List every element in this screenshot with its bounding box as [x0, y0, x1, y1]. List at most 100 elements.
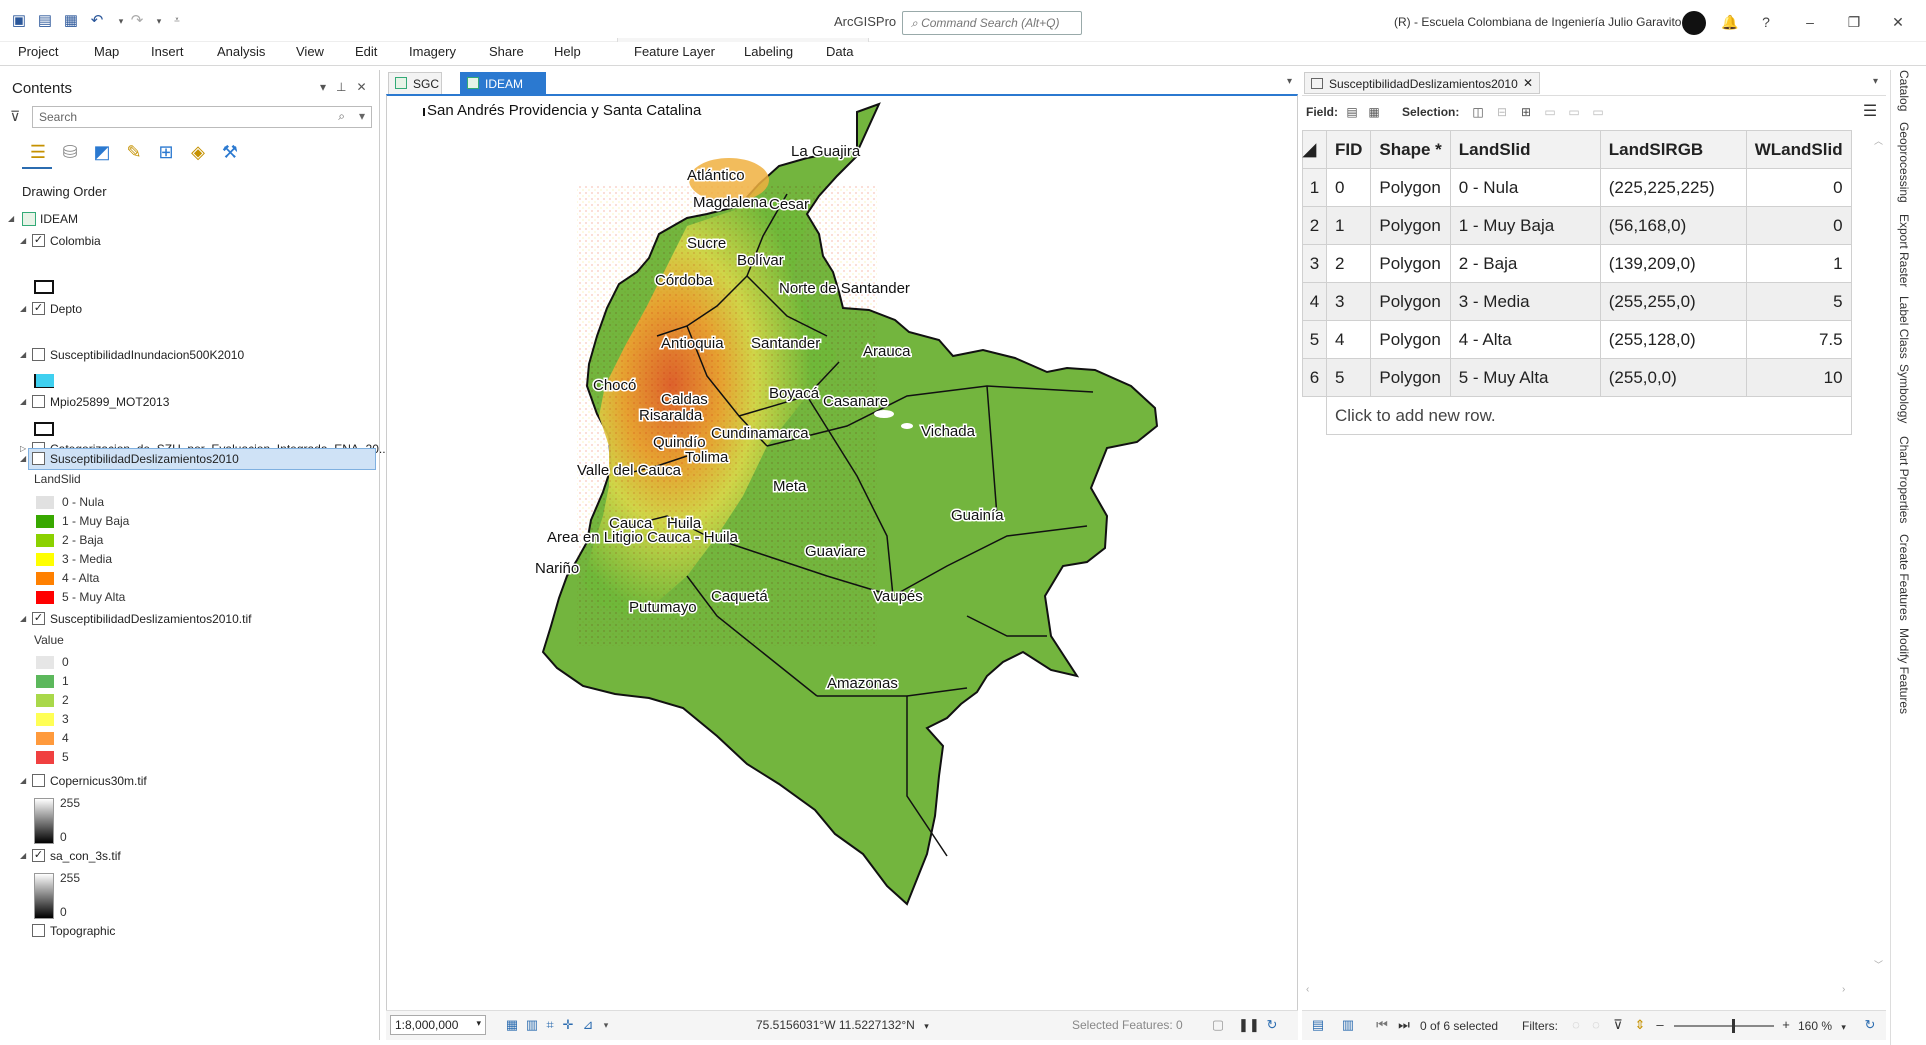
layer-visibility-checkbox[interactable]: ✓ — [32, 849, 45, 862]
column-header-landslid[interactable]: LandSlid — [1449, 130, 1601, 169]
scale-selector[interactable]: 1:8,000,000 ▾ — [390, 1015, 486, 1035]
legend-swatch[interactable] — [36, 732, 54, 745]
drawing-order-icon[interactable]: ☰ — [26, 140, 50, 164]
zoom-in-icon[interactable]: + — [1778, 1017, 1794, 1033]
cell-landslrgb[interactable]: (255,255,0) — [1599, 282, 1747, 321]
cell-landslid[interactable]: 0 - Nula — [1449, 168, 1601, 207]
search-icon[interactable]: ⌕ — [338, 109, 345, 124]
contents-search-input[interactable]: Search ⌕ ▾ — [32, 106, 372, 128]
fill-swatch[interactable] — [36, 374, 54, 387]
row-number-cell[interactable]: 5 — [1302, 320, 1327, 359]
table-row[interactable]: 6 5 Polygon 5 - Muy Alta (255,0,0) 10 — [1302, 358, 1852, 397]
legend-swatch[interactable] — [36, 553, 54, 566]
dock-chart-properties[interactable]: Chart Properties — [1897, 436, 1911, 523]
legend-swatch[interactable] — [36, 534, 54, 547]
dock-symbology[interactable]: Symbology — [1897, 364, 1911, 423]
legend-swatch[interactable] — [36, 515, 54, 528]
tab-data[interactable]: Data — [826, 44, 853, 59]
undo-icon[interactable]: ↶ — [88, 12, 106, 30]
cell-shape[interactable]: Polygon — [1370, 358, 1451, 397]
table-row[interactable]: 2 1 Polygon 1 - Muy Baja (56,168,0) 0 — [1302, 206, 1852, 245]
cell-landslid[interactable]: 4 - Alta — [1449, 320, 1601, 359]
snapping-icon[interactable]: ⊞ — [154, 140, 178, 164]
tab-edit[interactable]: Edit — [355, 44, 377, 59]
tab-labeling[interactable]: Labeling — [744, 44, 793, 59]
stretch-gradient[interactable] — [34, 873, 54, 919]
tab-share[interactable]: Share — [489, 44, 524, 59]
chevron-down-icon[interactable]: ▾ — [1841, 1022, 1846, 1032]
minimize-icon[interactable]: – — [1798, 10, 1822, 34]
zoom-slider[interactable] — [1674, 1025, 1774, 1027]
show-selected-records-icon[interactable]: ▥ — [1340, 1017, 1356, 1033]
scroll-right-icon[interactable]: › — [1842, 984, 1845, 995]
pin-icon[interactable]: ⊥ — [336, 80, 346, 94]
filter-selection-icon[interactable]: ◌ — [1588, 1017, 1604, 1033]
table-menu-icon[interactable]: ☰ — [1862, 104, 1878, 120]
layer-visibility-checkbox[interactable]: ✓ — [32, 302, 45, 315]
switch-selection-icon[interactable]: ⊞ — [1518, 104, 1534, 120]
zoom-to-selection-icon[interactable]: ⊟ — [1494, 104, 1510, 120]
coordinate-icon[interactable]: ⌗ — [542, 1017, 558, 1033]
tab-insert[interactable]: Insert — [151, 44, 184, 59]
expand-arrow-icon[interactable]: ◢ — [20, 393, 26, 411]
redo-icon[interactable]: ↷ — [128, 12, 146, 30]
cell-landslid[interactable]: 5 - Muy Alta — [1449, 358, 1601, 397]
tab-project[interactable]: Project — [18, 44, 58, 59]
cell-wlandslid[interactable]: 5 — [1745, 282, 1852, 321]
dock-modify-features[interactable]: Modify Features — [1897, 628, 1911, 714]
first-record-icon[interactable]: ⏮ — [1374, 1017, 1390, 1033]
layer-copernicus[interactable]: ◢ Copernicus30m.tif — [20, 772, 370, 790]
column-header-wlandslid[interactable]: WLandSlid — [1745, 130, 1852, 169]
selection-icon[interactable]: ◩ — [90, 140, 114, 164]
show-all-records-icon[interactable]: ▤ — [1310, 1017, 1326, 1033]
tab-imagery[interactable]: Imagery — [409, 44, 456, 59]
expand-arrow-icon[interactable]: ◢ — [20, 847, 26, 865]
add-field-icon[interactable]: ▤ — [1344, 104, 1360, 120]
notifications-bell-icon[interactable]: 🔔 — [1718, 10, 1742, 34]
expand-arrow-icon[interactable]: ◢ — [20, 610, 26, 628]
legend-swatch[interactable] — [36, 694, 54, 707]
chevron-down-icon[interactable]: ▾ — [359, 109, 365, 123]
legend-swatch[interactable] — [36, 751, 54, 764]
highlight-icon[interactable]: ⇕ — [1632, 1017, 1648, 1033]
tree-map-ideam[interactable]: ◢ IDEAM — [8, 210, 368, 228]
layer-visibility-checkbox[interactable] — [32, 395, 45, 408]
cell-landslid[interactable]: 3 - Media — [1449, 282, 1601, 321]
map-view[interactable]: La Guajira Atlántico Magdalena Cesar Suc… — [386, 94, 1298, 1010]
cell-wlandslid[interactable]: 0 — [1745, 168, 1852, 207]
map-canvas[interactable]: La Guajira Atlántico Magdalena Cesar Suc… — [387, 96, 1297, 1010]
clear-selection-icon[interactable]: ▭ — [1542, 104, 1558, 120]
zoom-out-icon[interactable]: – — [1652, 1017, 1668, 1033]
layer-visibility-checkbox[interactable] — [32, 924, 45, 937]
layer-susceptibilidad-inundacion[interactable]: ◢ SusceptibilidadInundacion500K2010 — [20, 346, 370, 364]
cell-fid[interactable]: 0 — [1325, 168, 1372, 207]
legend-swatch[interactable] — [36, 656, 54, 669]
pane-options-icon[interactable]: ▾ — [320, 80, 326, 94]
command-search-input[interactable]: ⌕ Command Search (Alt+Q) — [902, 11, 1082, 35]
snap-icon[interactable]: ⊿ — [580, 1017, 596, 1033]
cell-wlandslid[interactable]: 10 — [1745, 358, 1852, 397]
cell-landslrgb[interactable]: (56,168,0) — [1599, 206, 1747, 245]
table-row[interactable]: 4 3 Polygon 3 - Media (255,255,0) 5 — [1302, 282, 1852, 321]
add-row-hint[interactable]: Click to add new row. — [1326, 396, 1852, 435]
scroll-left-icon[interactable]: ‹ — [1306, 984, 1309, 995]
calculate-field-icon[interactable]: ▦ — [1366, 104, 1382, 120]
cell-landslid[interactable]: 2 - Baja — [1449, 244, 1601, 283]
clear-selection-icon[interactable]: ▢ — [1210, 1017, 1226, 1033]
scroll-down-icon[interactable]: ﹀ — [1874, 958, 1883, 971]
cell-fid[interactable]: 3 — [1325, 282, 1372, 321]
column-header-shape[interactable]: Shape * — [1370, 130, 1451, 169]
cell-landslrgb[interactable]: (255,128,0) — [1599, 320, 1747, 359]
avatar[interactable] — [1682, 11, 1706, 35]
layer-depto[interactable]: ◢ ✓ Depto — [20, 300, 370, 318]
layer-deslizamientos-tif[interactable]: ◢ ✓ SusceptibilidadDeslizamientos2010.ti… — [20, 610, 370, 628]
column-header-fid[interactable]: FID — [1325, 130, 1372, 169]
dock-label-class[interactable]: Label Class — [1897, 296, 1911, 359]
select-by-attributes-icon[interactable]: ◫ — [1470, 104, 1486, 120]
cell-landslrgb[interactable]: (225,225,225) — [1599, 168, 1747, 207]
cell-wlandslid[interactable]: 0 — [1745, 206, 1852, 245]
table-grid-icon[interactable]: ▥ — [524, 1017, 540, 1033]
zoom-level[interactable]: 160 % ▾ — [1798, 1019, 1846, 1033]
legend-swatch[interactable] — [36, 713, 54, 726]
expand-arrow-icon[interactable]: ◢ — [20, 232, 26, 250]
